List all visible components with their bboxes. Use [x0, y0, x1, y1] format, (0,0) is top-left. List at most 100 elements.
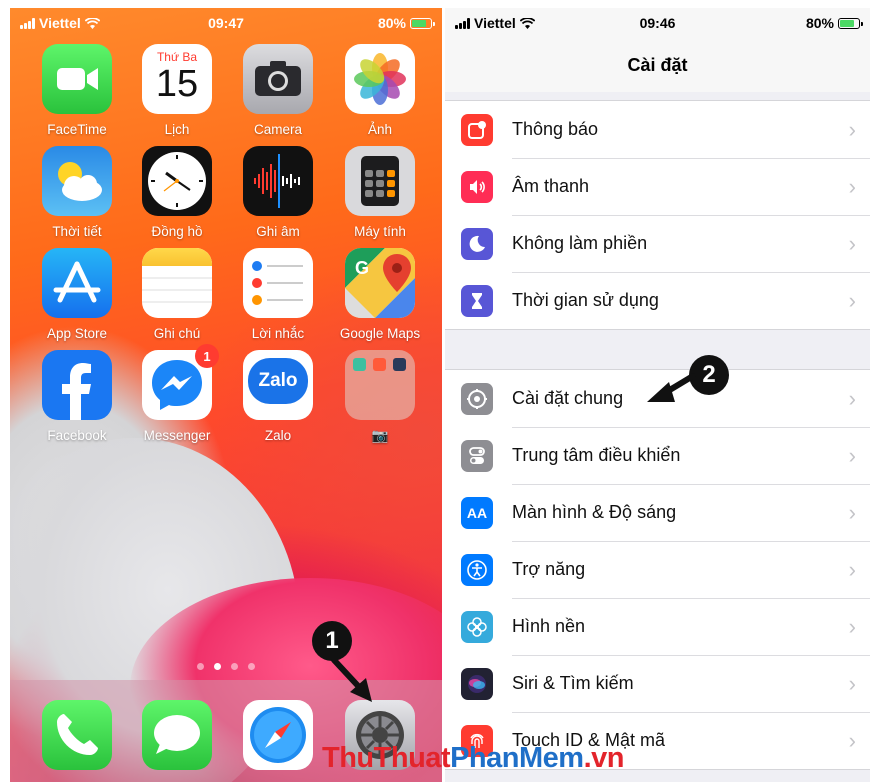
- app-facetime[interactable]: FaceTime: [27, 44, 127, 137]
- chevron-right-icon: ›: [848, 385, 856, 411]
- settings-row-siri[interactable]: Siri & Tìm kiếm ›: [445, 655, 870, 712]
- siri-icon: [461, 667, 493, 700]
- row-label: Thời gian sử dụng: [512, 290, 659, 310]
- moon-icon: [461, 227, 493, 260]
- app-label: Facebook: [47, 428, 107, 443]
- row-label: Hình nền: [512, 616, 586, 636]
- app-camera[interactable]: Camera: [228, 44, 328, 137]
- app-store-icon: [42, 248, 112, 318]
- settings-row-accessibility[interactable]: Trợ năng ›: [445, 541, 870, 598]
- dock-messages[interactable]: [127, 700, 227, 770]
- chevron-right-icon: ›: [848, 556, 856, 582]
- chevron-right-icon: ›: [848, 442, 856, 468]
- accessibility-icon: [461, 553, 493, 586]
- app-label: Máy tính: [354, 224, 406, 239]
- app-photos[interactable]: Ảnh: [330, 44, 430, 137]
- app-label: Google Maps: [339, 326, 421, 341]
- row-label: Âm thanh: [512, 176, 590, 196]
- app-weather[interactable]: Thời tiết: [27, 146, 127, 239]
- home-screen: Viettel 09:47 80% FaceTime Thứ Ba 15 Lịc…: [10, 8, 442, 782]
- app-app-store[interactable]: App Store: [27, 248, 127, 341]
- page-dot: [197, 663, 204, 670]
- settings-row-sounds[interactable]: Âm thanh ›: [445, 158, 870, 215]
- battery: 80%: [805, 15, 863, 31]
- app-label: 📷: [371, 428, 389, 443]
- speaker-icon: [461, 170, 493, 203]
- calendar-date: 15: [155, 63, 199, 105]
- row-label: Thông báo: [512, 119, 599, 139]
- row-label: Trung tâm điều khiển: [512, 445, 681, 465]
- battery-percent: 80%: [805, 15, 834, 31]
- app-label: Ghi âm: [256, 224, 300, 239]
- settings-row-screen-time[interactable]: Thời gian sử dụng ›: [445, 272, 870, 329]
- screenshot: Viettel 09:47 80% FaceTime Thứ Ba 15 Lịc…: [0, 0, 870, 782]
- app-voice-memos[interactable]: Ghi âm: [228, 146, 328, 239]
- zalo-icon: Zalo: [243, 350, 313, 420]
- carrier-name: Viettel: [39, 15, 81, 31]
- row-label: Trợ năng: [512, 559, 586, 579]
- clock-time: 09:47: [208, 15, 244, 31]
- app-label: Lịch: [164, 122, 190, 137]
- settings-group-2: Cài đặt chung › Trung tâm điều khiển › A…: [445, 369, 870, 770]
- clock-icon: [142, 146, 212, 216]
- page-dot: [248, 663, 255, 670]
- battery: 80%: [378, 15, 435, 31]
- carrier: Viettel: [455, 15, 535, 31]
- carrier: Viettel: [20, 15, 100, 31]
- app-facebook[interactable]: Facebook: [27, 350, 127, 443]
- svg-text:G: G: [355, 258, 369, 278]
- app-reminders[interactable]: Lời nhắc: [228, 248, 328, 341]
- waveform-icon: [243, 146, 313, 216]
- app-label: Zalo: [264, 428, 292, 443]
- page-title: Cài đặt: [445, 38, 870, 92]
- calendar-day: Thứ Ba: [156, 50, 198, 64]
- app-label: Camera: [253, 122, 302, 137]
- app-google-maps[interactable]: G Google Maps: [330, 248, 430, 341]
- settings-screen: Viettel 09:46 80% Cài đặt Thông báo › Âm…: [445, 8, 870, 782]
- compass-icon: [243, 700, 313, 770]
- watermark-part: PhanMem: [450, 742, 584, 774]
- flower-icon: [461, 610, 493, 643]
- watermark-part: ThuThuat: [322, 742, 451, 774]
- dock-phone[interactable]: [27, 700, 127, 770]
- settings-row-do-not-disturb[interactable]: Không làm phiền ›: [445, 215, 870, 272]
- settings-row-control-center[interactable]: Trung tâm điều khiển ›: [445, 427, 870, 484]
- chevron-right-icon: ›: [848, 499, 856, 525]
- video-camera-icon: [42, 44, 112, 114]
- chevron-right-icon: ›: [848, 287, 856, 313]
- page-dot: [214, 663, 221, 670]
- toggle-switches-icon: [461, 439, 493, 472]
- notification-badge: 1: [195, 344, 219, 368]
- app-label: Ghi chú: [153, 326, 201, 341]
- watermark-part: .vn: [583, 742, 625, 774]
- settings-row-display[interactable]: AA Màn hình & Độ sáng ›: [445, 484, 870, 541]
- app-folder[interactable]: 📷: [330, 350, 430, 444]
- app-label: Đồng hồ: [151, 224, 203, 239]
- reminders-icon: [243, 248, 313, 318]
- signal-icon: [455, 17, 470, 29]
- photos-flower-icon: [345, 44, 415, 114]
- phone-icon: [42, 700, 112, 770]
- app-calendar[interactable]: Thứ Ba 15 Lịch: [127, 44, 227, 137]
- settings-row-wallpaper[interactable]: Hình nền ›: [445, 598, 870, 655]
- row-label: Màn hình & Độ sáng: [512, 502, 677, 522]
- settings-row-notifications[interactable]: Thông báo ›: [445, 101, 870, 158]
- chevron-right-icon: ›: [848, 727, 856, 753]
- app-notes[interactable]: Ghi chú: [127, 248, 227, 341]
- app-zalo[interactable]: Zalo Zalo: [228, 350, 328, 443]
- settings-group-1: Thông báo › Âm thanh › Không làm phiền ›…: [445, 100, 870, 330]
- app-label: Thời tiết: [52, 224, 102, 239]
- clock-time: 09:46: [639, 15, 676, 31]
- wifi-icon: [84, 17, 100, 29]
- app-messenger[interactable]: 1 Messenger: [127, 344, 227, 443]
- chevron-right-icon: ›: [848, 670, 856, 696]
- app-calculator[interactable]: Máy tính: [330, 146, 430, 239]
- map-pin-icon: G: [345, 248, 415, 318]
- app-label: App Store: [46, 326, 108, 341]
- aa-text-icon: AA: [461, 496, 493, 529]
- app-folder-icon: [345, 350, 415, 420]
- app-clock[interactable]: Đồng hồ: [127, 146, 227, 239]
- hourglass-icon: [461, 284, 493, 317]
- gear-icon: [461, 382, 493, 415]
- dock-safari[interactable]: [228, 700, 328, 770]
